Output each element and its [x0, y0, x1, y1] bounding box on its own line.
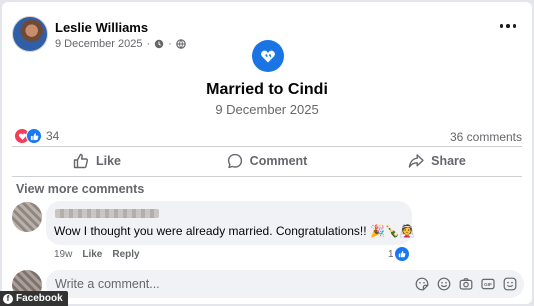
comment-button[interactable]: Comment — [182, 148, 352, 174]
write-comment-input[interactable] — [46, 270, 406, 298]
reaction-count: 34 — [46, 129, 60, 143]
view-more-comments-link[interactable]: View more comments — [16, 182, 144, 196]
sticker-icon[interactable] — [414, 276, 430, 292]
comment-count[interactable]: 36 comments — [450, 130, 522, 144]
watermark-label: Facebook — [16, 293, 63, 304]
facebook-watermark: f Facebook — [0, 291, 68, 306]
hearts-icon — [252, 40, 284, 72]
like-button[interactable]: Like — [12, 148, 182, 174]
post-actions: Like Comment Share — [12, 148, 522, 174]
thumbs-up-icon — [394, 247, 409, 261]
life-event-title: Married to Cindi — [206, 81, 328, 98]
divider — [12, 176, 522, 177]
comment-reply-button[interactable]: Reply — [112, 249, 139, 260]
comment-time[interactable]: 19w — [54, 249, 72, 260]
share-button[interactable]: Share — [352, 148, 522, 174]
post-meta: 9 December 2025 · · — [55, 38, 186, 50]
like-reaction-icon — [26, 128, 42, 144]
composer-tools: GIF — [414, 276, 518, 292]
author-avatar[interactable] — [12, 16, 48, 52]
svg-text:GIF: GIF — [484, 282, 492, 287]
globe-icon[interactable] — [175, 39, 186, 49]
meta-separator: · — [168, 38, 172, 50]
sticker-smile-icon[interactable] — [502, 276, 518, 292]
like-label: Like — [95, 154, 121, 168]
emoji-icon[interactable] — [436, 276, 452, 292]
camera-icon[interactable] — [458, 276, 474, 292]
share-arrow-icon — [408, 153, 424, 169]
comment-text: Wow I thought you were already married. … — [54, 224, 415, 238]
facebook-logo-icon: f — [3, 293, 13, 304]
post-card: Leslie Williams 9 December 2025 · · Marr… — [2, 2, 532, 304]
commenter-avatar[interactable] — [12, 202, 42, 232]
comment-bubble-icon — [227, 153, 243, 169]
divider — [12, 146, 522, 147]
comment-label: Comment — [249, 154, 308, 168]
share-label: Share — [431, 154, 466, 168]
gif-icon[interactable]: GIF — [480, 276, 496, 292]
more-options-button[interactable] — [499, 24, 516, 28]
post-date[interactable]: 9 December 2025 — [55, 38, 142, 50]
commenter-name-blurred[interactable] — [55, 209, 159, 218]
comment-bubble: Wow I thought you were already married. … — [46, 201, 415, 245]
thumbs-up-icon — [73, 153, 89, 169]
life-event-date: 9 December 2025 — [215, 102, 319, 117]
comment-meta: 19w Like Reply — [54, 249, 140, 260]
comment-like-button[interactable]: Like — [82, 249, 102, 260]
reactions-summary[interactable]: 34 — [14, 128, 59, 144]
comment-reactions[interactable]: 1 — [388, 247, 409, 261]
clock-icon — [154, 39, 164, 49]
comment-reaction-count: 1 — [388, 248, 394, 260]
author-name[interactable]: Leslie Williams — [55, 20, 148, 35]
comment-composer: GIF — [46, 270, 524, 298]
meta-separator: · — [146, 38, 151, 50]
